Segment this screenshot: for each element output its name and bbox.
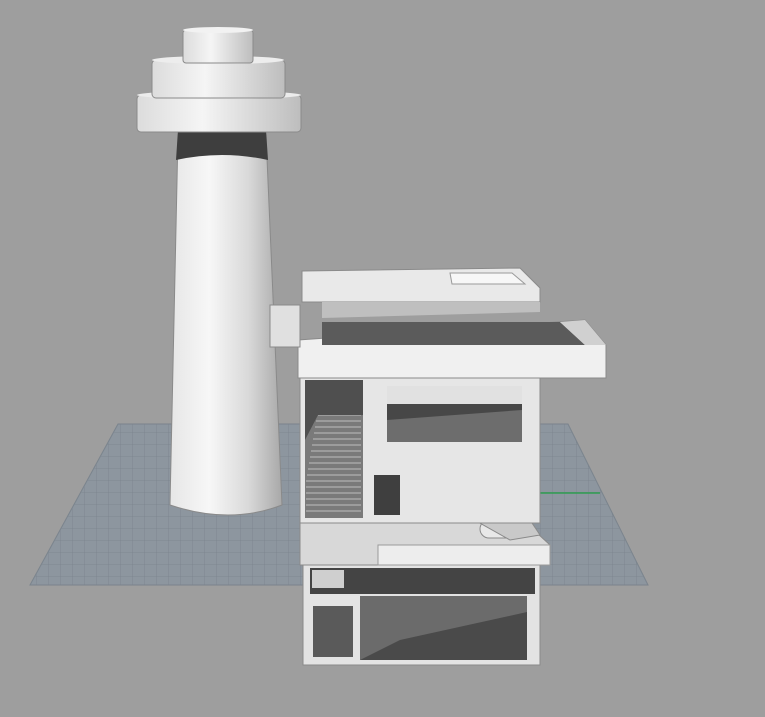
tower-shaft: [169, 134, 283, 516]
3d-viewport[interactable]: [0, 0, 765, 717]
tower-cap: [182, 29, 254, 64]
scene-canvas[interactable]: [0, 0, 765, 717]
window-sill: [387, 386, 522, 404]
upper-slab-recess: [322, 322, 585, 345]
tower-ring-large: [136, 94, 302, 133]
roof-side-tab: [269, 304, 301, 348]
tower-cap-top: [183, 27, 253, 33]
roof-hole: [449, 272, 527, 285]
lower-band-light: [312, 570, 344, 588]
terrace-step: [377, 544, 551, 566]
lower-opening-left: [313, 606, 353, 657]
tower-ring-mid: [151, 59, 286, 99]
roof-underside: [322, 302, 540, 318]
door-opening: [374, 475, 400, 515]
